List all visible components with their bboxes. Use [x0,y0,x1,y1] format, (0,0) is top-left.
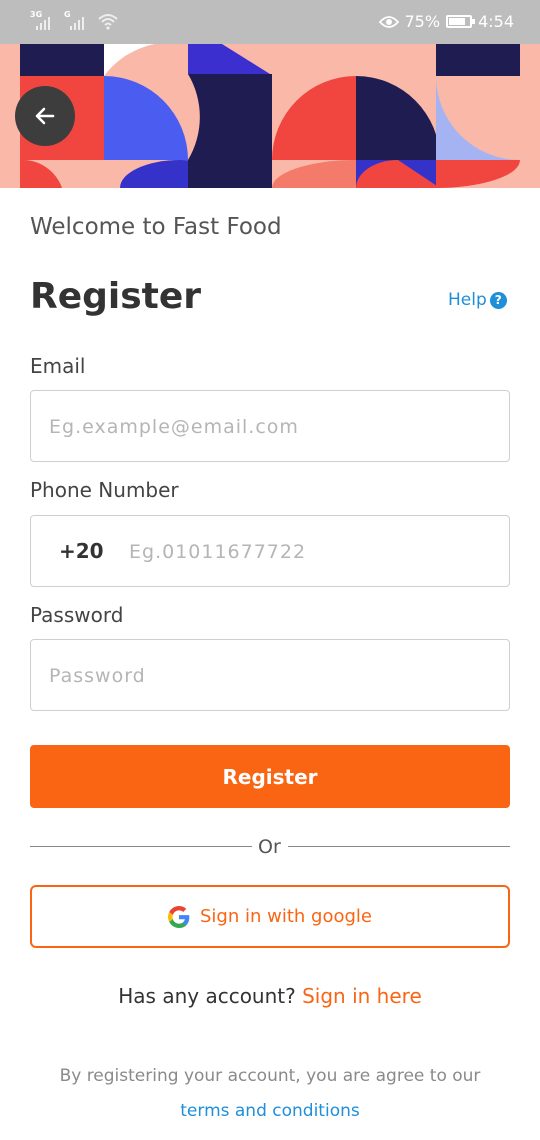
cell-signal-icon-2: G [64,10,88,30]
terms-notice: By registering your account, you are agr… [59,1066,481,1086]
clock: 4:54 [478,12,514,31]
password-label: Password [30,603,124,627]
status-bar: 3G G 75% 4:54 [0,0,540,44]
email-label: Email [30,354,86,378]
password-field-box [30,639,510,712]
eye-comfort-icon [378,15,399,28]
geometric-pattern-image [0,44,540,188]
register-button[interactable]: Register [30,745,510,808]
help-link[interactable]: Help ? [448,290,507,310]
cell-signal-icon: 3G [30,10,54,30]
password-input[interactable] [47,640,501,712]
terms-link[interactable]: terms and conditions [0,1101,540,1121]
arrow-left-icon [35,107,55,125]
phone-label: Phone Number [30,478,179,502]
sign-in-link[interactable]: Sign in here [302,984,422,1008]
sign-in-prompt: Has any account? Sign in here [0,984,540,1008]
back-button[interactable] [15,86,75,146]
google-button-label: Sign in with google [200,906,372,927]
google-sign-in-button[interactable]: Sign in with google [30,885,510,948]
welcome-text: Welcome to Fast Food [30,214,282,240]
google-icon [168,905,190,928]
sign-in-prompt-text: Has any account? [118,984,296,1008]
country-code[interactable]: +20 [59,539,104,563]
battery-percent: 75% [404,12,441,31]
phone-input[interactable] [127,516,501,588]
header-banner [0,44,540,188]
battery-icon [446,15,476,28]
help-icon: ? [489,291,507,309]
divider-line-right [288,846,510,847]
wifi-icon [98,14,118,30]
help-label: Help [448,290,487,310]
divider-text: Or [258,836,281,858]
email-field-box [30,390,510,463]
page-title: Register [30,276,202,317]
divider-line-left [30,846,252,847]
phone-field-box: +20 [30,515,510,588]
email-input[interactable] [47,391,501,463]
